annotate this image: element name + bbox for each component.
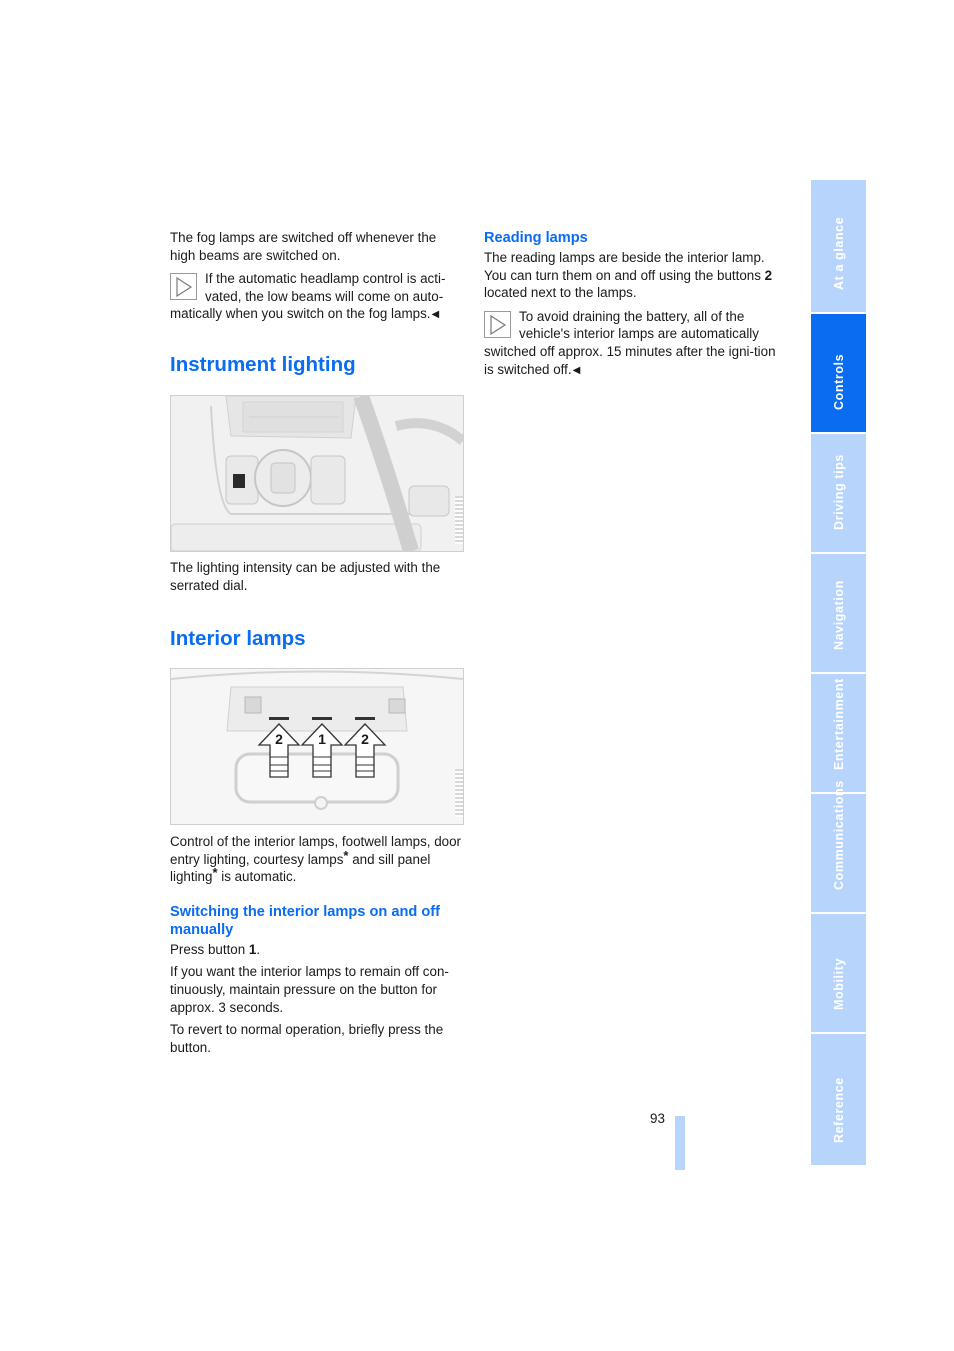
tab-label: Entertainment <box>831 678 846 770</box>
figure-code <box>455 769 463 817</box>
end-mark-icon: ◀ <box>431 309 440 321</box>
note-triangle-icon <box>170 273 197 301</box>
text-part: The reading lamps are beside the interio… <box>484 250 765 283</box>
note-triangle-icon <box>484 310 511 338</box>
instrument-lighting-caption: The lighting intensity can be adjusted w… <box>170 560 441 593</box>
figure-label-1: 1 <box>318 731 326 747</box>
interior-lamps-body: Control of the interior lamps, footwell … <box>170 833 462 1061</box>
tab-controls[interactable]: Controls <box>811 314 866 432</box>
instrument-lighting-caption-block: The lighting intensity can be adjusted w… <box>170 559 462 599</box>
tab-label: Reference <box>831 1077 846 1143</box>
page-marker-bar <box>675 1116 685 1170</box>
reading-lamps-heading: Reading lamps <box>484 230 588 246</box>
tab-label: Mobility <box>831 957 846 1010</box>
left-column: The fog lamps are switched off whenever … <box>170 229 462 377</box>
text-part: is automatic. <box>217 869 297 885</box>
hold-button-paragraph: If you want the interior lamps to remain… <box>170 964 449 1015</box>
page-number: 93 <box>650 1111 665 1126</box>
right-column: Reading lamps The reading lamps are besi… <box>484 229 776 384</box>
text-part: Press button <box>170 941 249 957</box>
tab-label: Communications <box>831 780 846 890</box>
tab-navigation[interactable]: Navigation <box>811 554 866 672</box>
revert-paragraph: To revert to normal operation, briefly p… <box>170 1022 444 1055</box>
reading-lamps-paragraph: The reading lamps are beside the interio… <box>484 249 776 302</box>
fog-note-text: If the automatic headlamp control is act… <box>170 271 446 322</box>
press-button-paragraph: Press button 1. <box>170 941 462 959</box>
tab-mobility[interactable]: Mobility <box>811 914 866 1032</box>
tab-communications[interactable]: Communications <box>811 780 866 912</box>
text-part: . <box>256 941 261 957</box>
tab-label: Navigation <box>831 580 846 650</box>
roof-console-illustration: 2 1 2 <box>171 669 463 824</box>
switching-manually-subheading: Switching the interior lamps on and off … <box>170 903 440 938</box>
instrument-lighting-heading: Instrument lighting <box>170 352 356 376</box>
automatic-control-paragraph: Control of the interior lamps, footwell … <box>170 833 462 886</box>
dashboard-illustration <box>171 396 463 551</box>
text-part: located next to the lamps. <box>484 285 637 301</box>
interior-lamps-figure: 2 1 2 <box>170 668 464 825</box>
figure-code <box>455 496 463 544</box>
fog-lamps-paragraph: The fog lamps are switched off whenever … <box>170 230 437 263</box>
battery-note-text: To avoid draining the battery, all of th… <box>484 308 776 377</box>
tab-driving-tips[interactable]: Driving tips <box>811 434 866 552</box>
tab-at-a-glance[interactable]: At a glance <box>811 180 866 312</box>
fog-lamps-note: If the automatic headlamp control is act… <box>170 270 462 324</box>
tab-label: Controls <box>831 353 846 410</box>
button-number: 2 <box>764 267 773 283</box>
interior-lamps-heading: Interior lamps <box>170 627 306 650</box>
tab-reference[interactable]: Reference <box>811 1034 866 1165</box>
figure-label-2-right: 2 <box>361 731 369 747</box>
tab-label: At a glance <box>831 216 846 290</box>
tab-label: Driving tips <box>831 454 846 530</box>
chapter-tabs: At a glance Controls Driving tips Naviga… <box>811 180 866 1167</box>
figure-label-2-left: 2 <box>275 731 283 747</box>
battery-note: To avoid draining the battery, all of th… <box>484 308 776 379</box>
end-mark-icon: ◀ <box>572 364 581 376</box>
tab-entertainment[interactable]: Entertainment <box>811 674 866 792</box>
interior-lamps-heading-block: Interior lamps <box>170 627 462 651</box>
instrument-lighting-figure <box>170 395 464 552</box>
